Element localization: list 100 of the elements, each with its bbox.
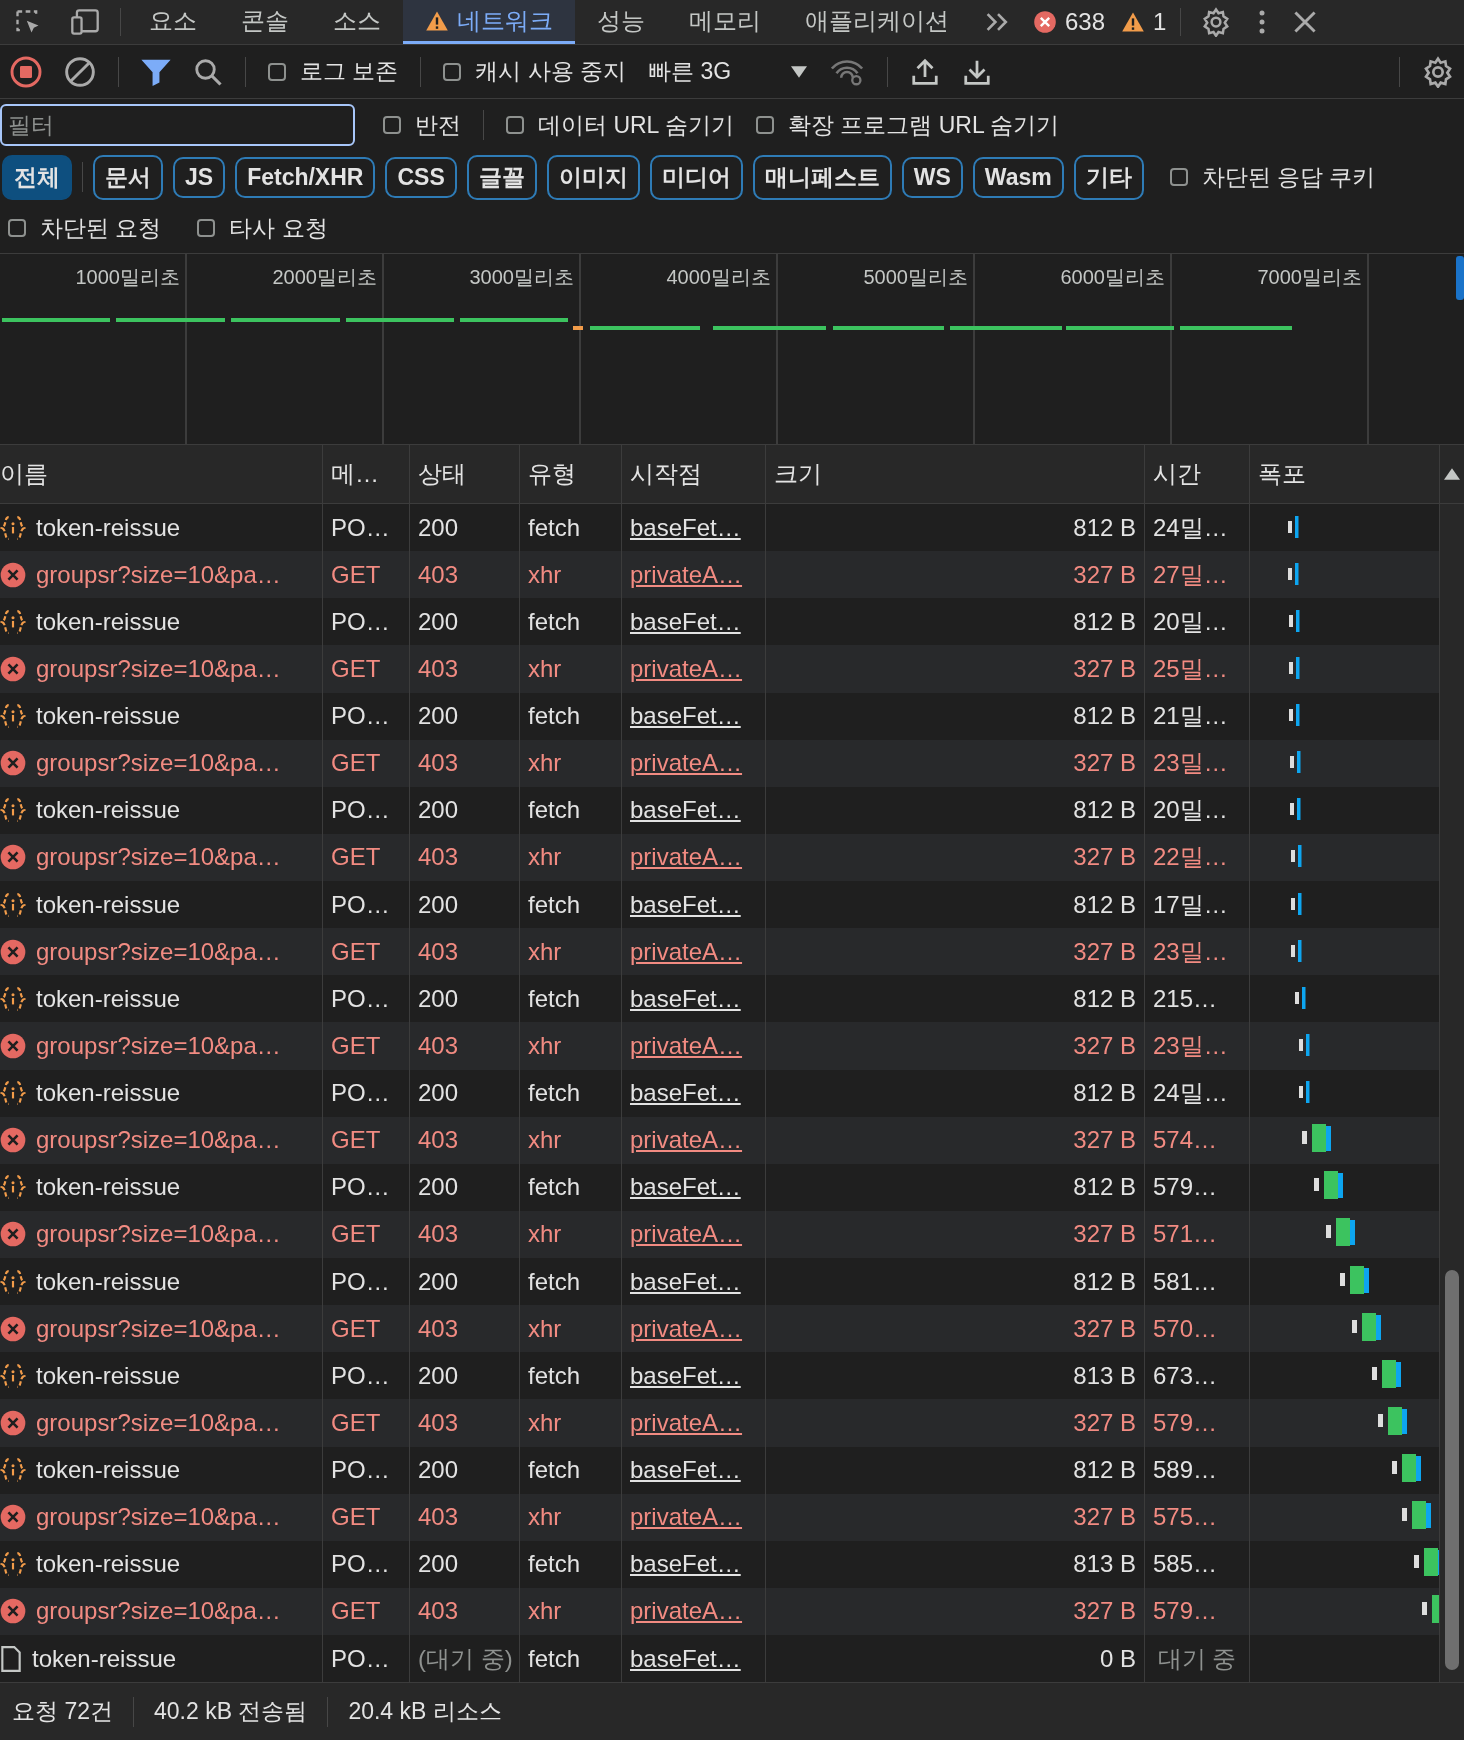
panel-tab[interactable]: 네트워크	[403, 0, 575, 44]
type-filter-chip[interactable]: 글꼴	[466, 154, 537, 200]
type-filter-chip[interactable]: 미디어	[649, 154, 743, 200]
request-name[interactable]: token-reissue	[36, 1267, 181, 1296]
type-filter-chip[interactable]: 이미지	[546, 154, 640, 200]
request-name[interactable]: groupsr?size=10&pa…	[36, 843, 281, 872]
column-header[interactable]: 시간	[1145, 445, 1250, 503]
error-count[interactable]: 638	[1065, 8, 1106, 36]
initiator-link[interactable]: privateA…	[630, 1408, 743, 1437]
initiator-link[interactable]: privateA…	[630, 1597, 743, 1626]
initiator-link[interactable]: privateA…	[630, 749, 743, 778]
request-name[interactable]: token-reissue	[36, 796, 181, 825]
panel-tab[interactable]: 성능	[575, 0, 667, 44]
request-name[interactable]: token-reissue	[36, 1361, 181, 1390]
checkbox[interactable]	[8, 219, 26, 237]
initiator-link[interactable]: privateA…	[630, 654, 743, 683]
panel-tab[interactable]: 메모리	[667, 0, 783, 44]
initiator-link[interactable]: privateA…	[630, 1031, 743, 1060]
initiator-link[interactable]: baseFet…	[630, 796, 741, 825]
column-header[interactable]: 이름	[0, 445, 323, 503]
checkbox[interactable]	[1169, 168, 1188, 186]
close-icon[interactable]	[1293, 10, 1318, 34]
panel-tab[interactable]: 소스	[311, 0, 403, 44]
request-name[interactable]: token-reissue	[36, 702, 181, 731]
request-name[interactable]: groupsr?size=10&pa…	[36, 560, 281, 589]
request-name[interactable]: groupsr?size=10&pa…	[36, 1314, 281, 1343]
checkbox[interactable]	[506, 116, 524, 134]
checkbox[interactable]	[443, 62, 462, 81]
request-name[interactable]: token-reissue	[36, 1173, 181, 1202]
initiator-link[interactable]: baseFet…	[630, 1644, 741, 1673]
sort-ascending-icon[interactable]	[1444, 468, 1460, 480]
request-name[interactable]: groupsr?size=10&pa…	[36, 1220, 281, 1249]
type-filter-chip[interactable]: 문서	[93, 154, 163, 200]
panel-tab[interactable]: 요소	[127, 0, 219, 44]
initiator-link[interactable]: baseFet…	[630, 890, 741, 919]
request-name[interactable]: token-reissue	[36, 1456, 181, 1485]
initiator-link[interactable]: baseFet…	[630, 984, 741, 1013]
column-header[interactable]: 폭포	[1250, 445, 1440, 503]
initiator-link[interactable]: privateA…	[630, 843, 743, 872]
initiator-link[interactable]: privateA…	[630, 937, 743, 966]
type-filter-chip[interactable]: Wasm	[972, 156, 1064, 198]
checkbox[interactable]	[268, 62, 286, 81]
settings-icon[interactable]	[1422, 55, 1454, 88]
column-header[interactable]: 상태	[410, 445, 520, 503]
wifi-settings-icon[interactable]	[829, 57, 866, 86]
initiator-link[interactable]: baseFet…	[630, 1456, 741, 1485]
column-header[interactable]: 메…	[323, 445, 410, 503]
initiator-link[interactable]: privateA…	[630, 560, 743, 589]
request-name[interactable]: token-reissue	[36, 607, 181, 636]
type-filter-chip[interactable]: JS	[173, 156, 226, 198]
initiator-link[interactable]: privateA…	[630, 1126, 743, 1155]
request-name[interactable]: token-reissue	[36, 890, 181, 919]
upload-icon[interactable]	[910, 56, 941, 87]
request-name[interactable]: token-reissue	[36, 1550, 181, 1579]
checkbox[interactable]	[383, 116, 401, 134]
initiator-link[interactable]: baseFet…	[630, 1361, 741, 1390]
request-name[interactable]: groupsr?size=10&pa…	[36, 1031, 281, 1060]
panel-tab[interactable]: 애플리케이션	[783, 0, 971, 44]
overview-handle[interactable]	[1456, 256, 1464, 300]
initiator-link[interactable]: baseFet…	[630, 607, 741, 636]
request-name[interactable]: token-reissue	[36, 513, 181, 542]
request-name[interactable]: token-reissue	[32, 1644, 177, 1673]
request-name[interactable]: groupsr?size=10&pa…	[36, 1126, 281, 1155]
record-icon[interactable]	[10, 55, 42, 88]
checkbox[interactable]	[197, 219, 216, 237]
type-filter-chip[interactable]: WS	[901, 156, 963, 198]
clear-icon[interactable]	[64, 55, 96, 88]
initiator-link[interactable]: baseFet…	[630, 702, 741, 731]
column-header[interactable]: 유형	[520, 445, 622, 503]
initiator-link[interactable]: privateA…	[630, 1220, 743, 1249]
initiator-link[interactable]: privateA…	[630, 1503, 743, 1532]
request-name[interactable]: groupsr?size=10&pa…	[36, 937, 281, 966]
column-header[interactable]: 시작점	[622, 445, 766, 503]
search-icon[interactable]	[193, 56, 223, 87]
checkbox[interactable]	[755, 116, 774, 134]
more-options-icon[interactable]	[1259, 9, 1266, 35]
request-name[interactable]: token-reissue	[36, 984, 181, 1013]
request-name[interactable]: groupsr?size=10&pa…	[36, 1408, 281, 1437]
panel-tab[interactable]: 콘솔	[219, 0, 311, 44]
request-name[interactable]: token-reissue	[36, 1079, 181, 1108]
initiator-link[interactable]: baseFet…	[630, 1550, 741, 1579]
initiator-link[interactable]: baseFet…	[630, 1173, 741, 1202]
type-filter-chip[interactable]: 매니페스트	[752, 154, 892, 200]
initiator-link[interactable]: baseFet…	[630, 1079, 741, 1108]
request-name[interactable]: groupsr?size=10&pa…	[36, 749, 281, 778]
type-filter-chip[interactable]: 기타	[1073, 154, 1144, 200]
type-filter-chip[interactable]: Fetch/XHR	[235, 156, 376, 198]
initiator-link[interactable]: baseFet…	[630, 1267, 741, 1296]
warning-count[interactable]: 1	[1153, 8, 1167, 36]
filter-input[interactable]: 필터	[0, 104, 355, 146]
request-name[interactable]: groupsr?size=10&pa…	[36, 1503, 281, 1532]
scrollbar-thumb[interactable]	[1445, 1270, 1459, 1670]
request-name[interactable]: groupsr?size=10&pa…	[36, 1597, 281, 1626]
column-header[interactable]: 크기	[766, 445, 1145, 503]
type-filter-chip[interactable]: 전체	[2, 154, 72, 200]
throttling-select[interactable]: 빠른 3G	[648, 56, 808, 87]
request-name[interactable]: groupsr?size=10&pa…	[36, 654, 281, 683]
initiator-link[interactable]: privateA…	[630, 1314, 743, 1343]
initiator-link[interactable]: baseFet…	[630, 513, 741, 542]
type-filter-chip[interactable]: CSS	[385, 156, 457, 198]
